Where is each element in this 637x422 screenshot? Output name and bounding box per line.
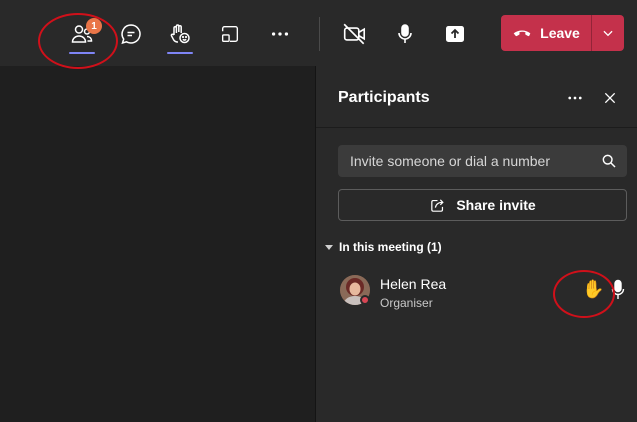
share-invite-label: Share invite xyxy=(456,197,536,213)
panel-close-button[interactable] xyxy=(599,87,621,109)
more-horizontal-icon xyxy=(271,32,289,36)
meeting-toolbar: 1 Leave xyxy=(0,0,637,66)
panel-title: Participants xyxy=(338,89,430,106)
leave-button[interactable]: Leave xyxy=(501,15,591,51)
invite-search-box xyxy=(338,145,627,177)
camera-button[interactable] xyxy=(335,14,375,54)
leave-label: Leave xyxy=(540,25,580,41)
toolbar-divider xyxy=(319,17,320,51)
camera-off-icon xyxy=(343,23,366,45)
active-indicator xyxy=(167,52,193,54)
participants-button[interactable]: 1 xyxy=(62,14,102,54)
raised-hand-icon: ✋ xyxy=(582,279,605,299)
leave-options-button[interactable] xyxy=(592,15,624,51)
share-icon xyxy=(431,198,444,212)
in-meeting-section-header[interactable]: In this meeting (1) xyxy=(325,240,442,254)
participants-panel: Participants Share invite In this meetin… xyxy=(315,66,637,422)
more-horizontal-icon xyxy=(568,96,582,100)
panel-more-button[interactable] xyxy=(563,88,587,108)
presence-busy-indicator xyxy=(360,295,370,305)
view-layout-icon xyxy=(221,25,239,43)
section-label: In this meeting (1) xyxy=(339,240,442,254)
meeting-stage xyxy=(0,66,315,422)
microphone-icon xyxy=(398,24,412,43)
participants-count-badge: 1 xyxy=(86,18,102,34)
close-icon xyxy=(604,92,616,104)
share-invite-button[interactable]: Share invite xyxy=(338,189,627,221)
chat-icon xyxy=(121,24,141,45)
chat-button[interactable] xyxy=(111,14,151,54)
chevron-down-icon xyxy=(603,30,613,37)
share-screen-button[interactable] xyxy=(435,14,475,54)
panel-divider xyxy=(316,127,637,128)
participant-row[interactable]: Helen Rea Organiser ✋ xyxy=(338,272,628,312)
mic-button[interactable] xyxy=(385,14,425,54)
raise-hand-emoji-icon xyxy=(170,24,190,44)
search-icon xyxy=(602,154,616,168)
more-actions-button[interactable] xyxy=(260,14,300,54)
caret-down-icon xyxy=(325,244,333,250)
view-button[interactable] xyxy=(210,14,250,54)
participant-role: Organiser xyxy=(380,296,433,310)
hang-up-icon xyxy=(513,30,531,37)
invite-search-input[interactable] xyxy=(338,145,588,177)
active-indicator xyxy=(69,52,95,54)
react-button[interactable] xyxy=(160,14,200,54)
leave-button-group: Leave xyxy=(501,15,624,51)
participant-name: Helen Rea xyxy=(380,276,447,292)
share-tray-icon xyxy=(446,26,464,42)
microphone-icon xyxy=(611,279,625,299)
